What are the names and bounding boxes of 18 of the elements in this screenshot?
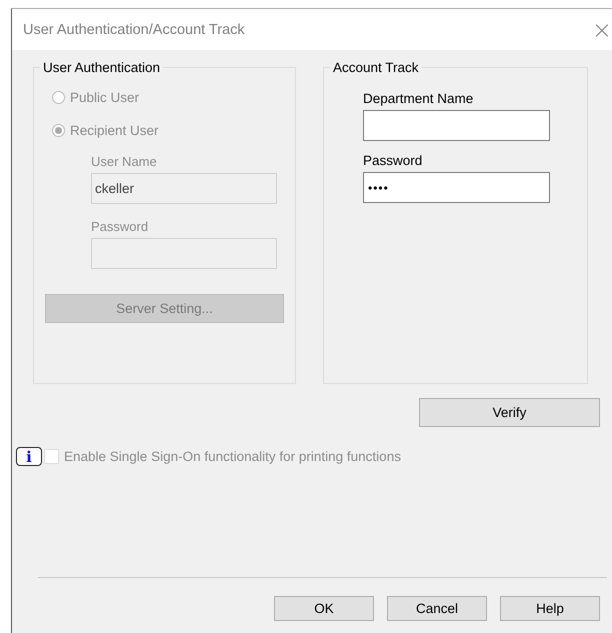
checkbox-label: Enable Single Sign-On functionality for printing functions [64,449,401,464]
group-title: User Authentication [42,60,162,75]
radio-label: Public User [70,90,140,104]
field-label: Password [363,153,424,168]
password-field[interactable]: •••• [363,172,550,203]
dialog-button[interactable]: OK [274,596,374,621]
verify-button[interactable]: Verify [419,398,600,427]
field-label: User Name [91,154,158,169]
group-title: Account Track [332,60,420,75]
dialog-button[interactable]: Cancel [387,596,487,621]
field-label: Password [91,219,150,234]
close-button[interactable]: × [592,18,612,42]
department-name-field[interactable] [363,110,550,141]
field-label: Department Name [363,91,474,106]
window-title: User Authentication/Account Track [23,22,245,38]
radio-label: Recipient User [70,122,159,138]
dialog-button[interactable]: Help [500,596,600,621]
info-icon[interactable]: i [16,447,42,466]
